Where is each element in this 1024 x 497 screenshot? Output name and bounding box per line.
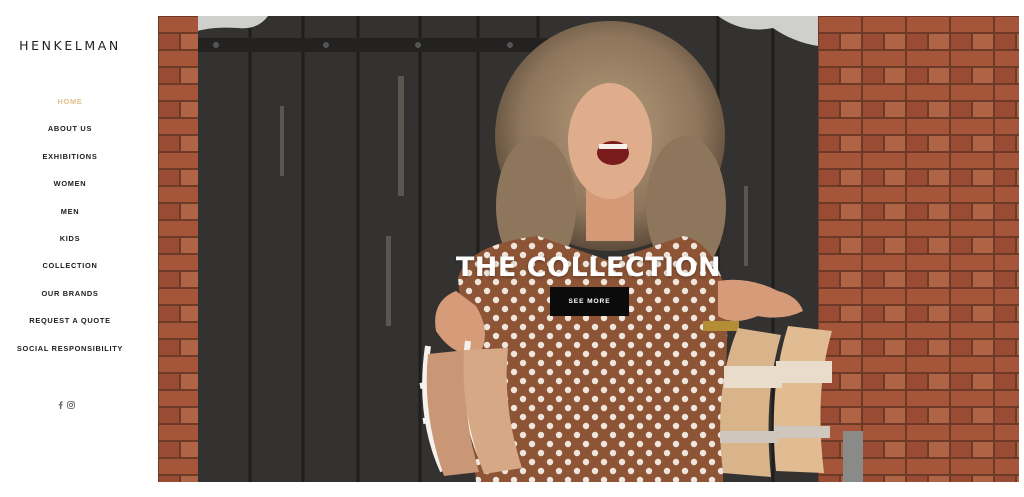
nav-item-our-brands[interactable]: OUR BRANDS	[0, 287, 140, 314]
nav-item-men[interactable]: MEN	[0, 205, 140, 232]
social-links	[54, 396, 78, 414]
instagram-icon[interactable]	[66, 396, 75, 414]
nav-item-home[interactable]: HOME	[0, 95, 140, 122]
hero-title: THE COLLECTION	[455, 252, 722, 283]
brand-logo[interactable]: HENKELMAN	[0, 38, 140, 53]
nav-item-social-responsibility[interactable]: SOCIAL RESPONSIBILITY	[0, 342, 140, 369]
sidebar: HENKELMAN HOME ABOUT US EXHIBITIONS WOME…	[0, 0, 158, 497]
nav-item-kids[interactable]: KIDS	[0, 232, 140, 259]
hero-banner: THE COLLECTION SEE MORE	[158, 16, 1019, 482]
see-more-button[interactable]: SEE MORE	[550, 287, 629, 316]
hero-image	[158, 16, 1019, 482]
main-nav: HOME ABOUT US EXHIBITIONS WOMEN MEN KIDS…	[0, 95, 140, 369]
facebook-icon[interactable]	[58, 396, 63, 414]
nav-item-women[interactable]: WOMEN	[0, 177, 140, 204]
nav-item-exhibitions[interactable]: EXHIBITIONS	[0, 150, 140, 177]
nav-item-request-a-quote[interactable]: REQUEST A QUOTE	[0, 314, 140, 341]
nav-item-about-us[interactable]: ABOUT US	[0, 122, 140, 149]
nav-item-collection[interactable]: COLLECTION	[0, 259, 140, 286]
